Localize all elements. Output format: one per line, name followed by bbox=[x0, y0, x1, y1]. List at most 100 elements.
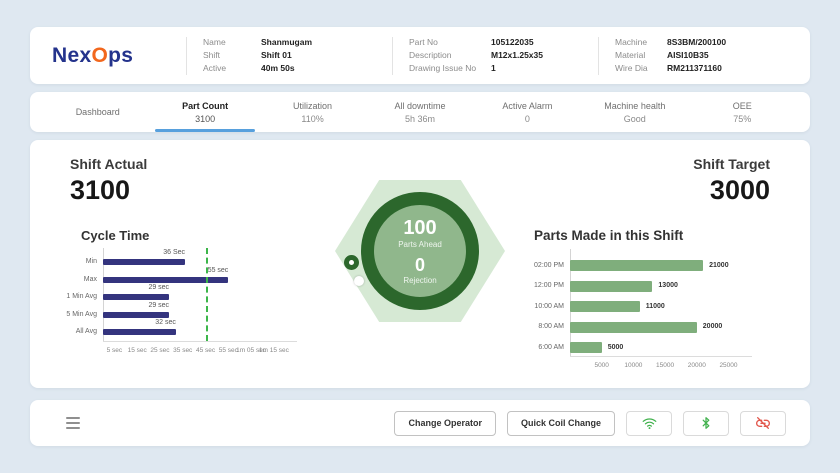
wifi-icon bbox=[642, 417, 657, 430]
parts-ahead-value: 100 bbox=[403, 218, 436, 238]
value-label: 21000 bbox=[709, 262, 728, 269]
info-value: Shift 01 bbox=[261, 50, 292, 61]
header-divider bbox=[392, 37, 393, 75]
value-label: 29 sec bbox=[109, 302, 169, 309]
main-card: Shift Actual 3100 Shift Target 3000 Cycl… bbox=[30, 140, 810, 388]
cycle-time-chart: Cycle Time Min36 SecMax55 sec1 Min Avg29… bbox=[65, 228, 355, 378]
footer-actions: Change Operator Quick Coil Change bbox=[394, 411, 786, 436]
category-label: Max bbox=[65, 276, 97, 283]
tab-value: 0 bbox=[525, 114, 530, 124]
footer-bar: Change Operator Quick Coil Change bbox=[30, 400, 810, 446]
shift-actual-block: Shift Actual 3100 bbox=[70, 156, 147, 206]
x-axis-tick: 1m 15 sec bbox=[252, 347, 296, 354]
tab-label: Utilization bbox=[293, 101, 332, 111]
tab-bar: Dashboard Part Count3100 Utilization 110% Al… bbox=[30, 92, 810, 132]
parts-ahead-label: Parts Ahead bbox=[398, 240, 442, 249]
info-value: 105122035 bbox=[491, 37, 534, 48]
category-label: 12:00 PM bbox=[530, 282, 564, 289]
change-operator-button[interactable]: Change Operator bbox=[394, 411, 496, 436]
bar bbox=[103, 312, 169, 318]
target-line bbox=[206, 248, 208, 341]
info-value: 8S3BM/200100 bbox=[667, 37, 726, 48]
value-label: 11000 bbox=[646, 303, 665, 310]
info-label: Description bbox=[409, 50, 491, 61]
info-row: DescriptionM12x1.25x35 bbox=[409, 50, 582, 61]
value-label: 20000 bbox=[703, 323, 722, 330]
parts-made-chart: Parts Made in this Shift 02:00 PM2100012… bbox=[530, 228, 798, 384]
tab-part-count[interactable]: Part Count3100 bbox=[151, 92, 258, 132]
bluetooth-button[interactable] bbox=[683, 411, 729, 436]
tab-label: Dashboard bbox=[76, 107, 120, 117]
value-label: 13000 bbox=[658, 282, 677, 289]
wifi-button[interactable] bbox=[626, 411, 672, 436]
info-row: Machine8S3BM/200100 bbox=[615, 37, 788, 48]
info-label: Machine bbox=[615, 37, 667, 48]
link-off-button[interactable] bbox=[740, 411, 786, 436]
shift-target-value: 3000 bbox=[693, 175, 770, 206]
bar bbox=[103, 277, 228, 283]
bar bbox=[570, 281, 652, 292]
gauge-ring: 100 Parts Ahead 0 Rejection bbox=[361, 192, 479, 310]
info-label: Name bbox=[203, 37, 261, 48]
shift-actual-value: 3100 bbox=[70, 175, 147, 206]
category-label: All Avg bbox=[65, 328, 97, 335]
tab-all-downtime[interactable]: All downtime 5h 36m bbox=[366, 92, 473, 132]
tab-value: Good bbox=[624, 114, 646, 124]
info-row: Wire DiaRM211371160 bbox=[615, 63, 788, 74]
info-label: Drawing Issue No bbox=[409, 63, 491, 74]
bar bbox=[570, 322, 697, 333]
header-info-group-machine: Machine8S3BM/200100MaterialAISI10B35Wire… bbox=[615, 37, 788, 74]
logo-o: O bbox=[91, 44, 108, 67]
category-label: 5 Min Avg bbox=[65, 311, 97, 318]
tab-value: 5h 36m bbox=[405, 114, 435, 124]
bar bbox=[570, 301, 640, 312]
value-label: 32 sec bbox=[116, 319, 176, 326]
tab-value: 110% bbox=[301, 114, 323, 124]
rejection-label: Rejection bbox=[403, 276, 436, 285]
info-row: Part No105122035 bbox=[409, 37, 582, 48]
value-label: 5000 bbox=[608, 344, 624, 351]
tab-oee[interactable]: OEE 75% bbox=[689, 92, 796, 132]
info-label: Active bbox=[203, 63, 261, 74]
parts-gauge: 100 Parts Ahead 0 Rejection bbox=[335, 180, 505, 322]
value-label: 55 sec bbox=[168, 267, 228, 274]
category-label: 1 Min Avg bbox=[65, 293, 97, 300]
logo-suffix: ps bbox=[108, 44, 133, 67]
menu-icon[interactable] bbox=[64, 413, 82, 433]
info-row: ShiftShift 01 bbox=[203, 50, 376, 61]
header-info-group-part: Part No105122035 DescriptionM12x1.25x35 Dr… bbox=[409, 37, 582, 74]
shift-target-block: Shift Target 3000 bbox=[693, 156, 770, 206]
tab-utilization[interactable]: Utilization 110% bbox=[259, 92, 366, 132]
header-divider bbox=[598, 37, 599, 75]
info-value: 1 bbox=[491, 63, 496, 74]
x-axis-line bbox=[570, 356, 752, 357]
tab-value: 75% bbox=[733, 114, 751, 124]
header-info-group-operator: NameShanmugamShiftShift 01Active40m 50s bbox=[203, 37, 376, 74]
cycle-time-plot: Min36 SecMax55 sec1 Min Avg29 sec5 Min A… bbox=[65, 228, 355, 378]
tab-dashboard[interactable]: Dashboard bbox=[44, 92, 151, 132]
dashboard-app: NexOps NameShanmugamShiftShift 01Active4… bbox=[0, 0, 840, 473]
quick-coil-change-button[interactable]: Quick Coil Change bbox=[507, 411, 615, 436]
link-off-icon bbox=[755, 416, 771, 430]
header-card: NexOps NameShanmugamShiftShift 01Active4… bbox=[30, 27, 810, 84]
bar bbox=[103, 294, 169, 300]
tab-label: Part Count bbox=[182, 101, 228, 111]
bar bbox=[103, 259, 185, 265]
info-label: Wire Dia bbox=[615, 63, 667, 74]
bar bbox=[103, 329, 176, 335]
bluetooth-icon bbox=[700, 416, 712, 430]
logo-prefix: Nex bbox=[52, 44, 91, 67]
tab-label: OEE bbox=[733, 101, 752, 111]
tab-label: Machine health bbox=[604, 101, 665, 111]
info-row: Drawing Issue No1 bbox=[409, 63, 582, 74]
shift-actual-label: Shift Actual bbox=[70, 156, 147, 172]
x-axis-tick: 25000 bbox=[706, 362, 750, 369]
tab-machine-health[interactable]: Machine health Good bbox=[581, 92, 688, 132]
x-axis-line bbox=[103, 341, 297, 342]
nexops-logo: NexOps bbox=[52, 44, 170, 68]
tab-active-alarm[interactable]: Active Alarm0 bbox=[474, 92, 581, 132]
category-label: 10:00 AM bbox=[530, 303, 564, 310]
value-label: 36 Sec bbox=[125, 249, 185, 256]
tab-label: All downtime bbox=[394, 101, 445, 111]
bar bbox=[570, 260, 703, 271]
